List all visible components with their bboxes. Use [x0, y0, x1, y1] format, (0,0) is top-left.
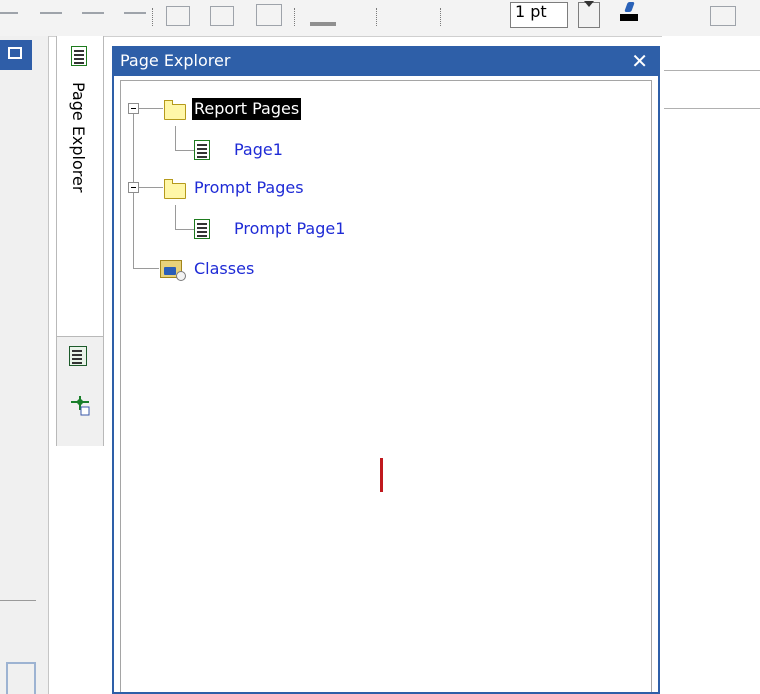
collapse-report-pages-toggle[interactable]: [128, 103, 139, 114]
window-button[interactable]: [0, 40, 32, 70]
divider: [664, 70, 760, 71]
border-outside-icon[interactable]: [210, 6, 234, 26]
align-right-icon[interactable]: [82, 12, 104, 14]
tab-query-explorer[interactable]: [69, 394, 90, 416]
font-size-field[interactable]: 1 pt: [510, 2, 568, 28]
divider: [664, 108, 760, 109]
tab-label: Page Explorer: [69, 82, 88, 193]
justify-icon[interactable]: [124, 12, 146, 14]
page-icon: [194, 140, 210, 160]
tree-connector: [175, 126, 176, 150]
tree-connector: [139, 108, 163, 109]
report-canvas[interactable]: [662, 36, 760, 694]
tree-connector: [175, 229, 195, 230]
tree-connector: [175, 205, 176, 229]
classes-icon: [160, 260, 186, 281]
border-all-icon[interactable]: [256, 4, 282, 26]
folder-icon: [164, 100, 186, 120]
font-size-dropdown-button[interactable]: [578, 1, 600, 28]
toolbar-separator: [294, 8, 296, 26]
left-dock-panel: [0, 36, 49, 694]
pen-icon: [624, 2, 635, 12]
close-button[interactable]: ✕: [631, 46, 648, 76]
pane-header: Page Explorer ✕: [112, 46, 660, 76]
page-icon: [194, 219, 210, 239]
collapse-prompt-pages-toggle[interactable]: [128, 182, 139, 193]
tree-node-label: Prompt Page1: [234, 219, 346, 238]
align-left-icon[interactable]: [0, 12, 18, 14]
tree-node-label: Report Pages: [192, 98, 302, 120]
text-cursor: [380, 458, 383, 492]
page-explorer-icon: [71, 46, 87, 66]
pane-title: Page Explorer: [120, 51, 231, 70]
window-icon: [8, 47, 22, 59]
align-center-icon[interactable]: [40, 12, 62, 14]
tab-page-explorer[interactable]: Page Explorer: [57, 36, 103, 337]
classes-chip: [176, 271, 186, 281]
tree-connector: [133, 268, 159, 269]
tree-node-label: Prompt Pages: [194, 178, 304, 197]
pen-color-icon[interactable]: [620, 2, 638, 22]
divider: [0, 600, 36, 601]
tree-node-label: Page1: [234, 140, 283, 159]
tree-container: [120, 80, 652, 692]
toolbar: 1 pt: [0, 0, 760, 37]
query-explorer-icon: [71, 396, 90, 416]
chevron-down-icon: [584, 1, 594, 7]
explorer-tab-strip: Page Explorer: [56, 36, 104, 446]
tree-connector: [175, 150, 195, 151]
page-explorer-pane: [112, 76, 660, 694]
color-bar: [620, 14, 638, 21]
toolbar-separator: [440, 8, 442, 26]
tree-node-label: Classes: [194, 259, 255, 278]
border-box-icon[interactable]: [166, 6, 190, 26]
insertable-objects-icon: [69, 346, 87, 366]
tree-connector: [139, 187, 163, 188]
folder-icon: [164, 179, 186, 199]
toolbar-separator: [152, 8, 154, 26]
border-style-icon[interactable]: [310, 22, 336, 26]
tab-insertable-objects[interactable]: [69, 346, 89, 366]
panel-corner: [6, 662, 36, 694]
toolbar-separator: [376, 8, 378, 26]
table-icon[interactable]: [710, 6, 736, 26]
